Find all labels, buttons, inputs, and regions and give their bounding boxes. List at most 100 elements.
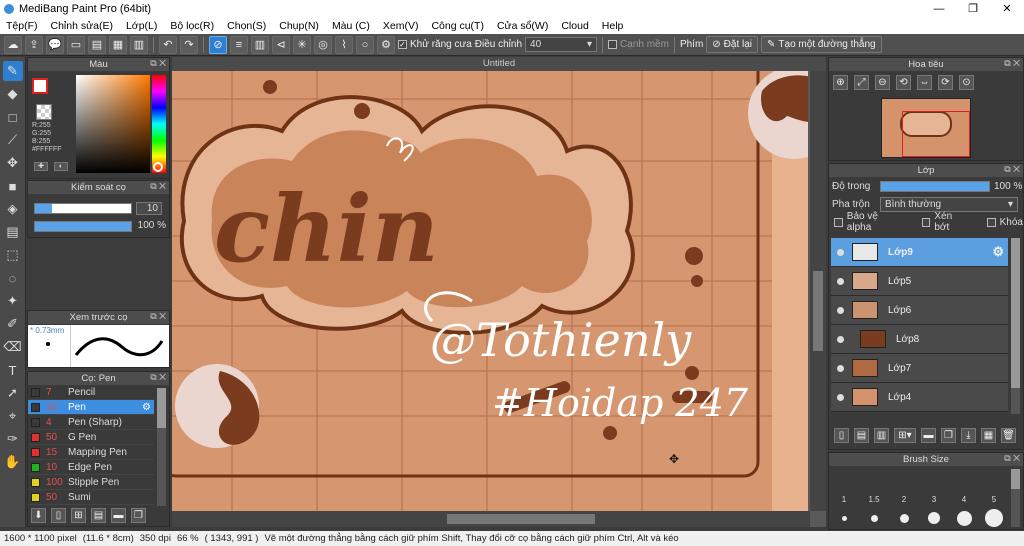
zoom-fit-icon[interactable]: ⤢ [854,75,869,90]
menu-color[interactable]: Màu (C) [332,20,370,32]
grid-snap-icon[interactable]: ▥ [251,35,269,54]
panel-controls-icon[interactable]: ⧉ ✕ [150,181,166,192]
line-tool-icon[interactable]: ⟋ [3,130,23,150]
add-brush-icon[interactable]: ⊞ [71,508,86,523]
smooth-checkbox[interactable] [608,40,618,49]
cloud-icon[interactable]: ☁ [4,35,22,54]
navigator-thumbnail[interactable] [881,98,971,158]
gradient-tool-icon[interactable]: ▤ [3,222,23,242]
scroll-thumb[interactable] [1011,238,1020,388]
hue-handle[interactable] [153,162,163,172]
background-color-swatch[interactable] [36,104,52,120]
brush-size-dot[interactable] [949,510,979,526]
menu-tools[interactable]: Công cụ(T) [431,20,484,32]
antialias-checkbox[interactable]: ✓ [398,40,407,49]
duplicate-layer-icon[interactable]: ❐ [941,428,956,443]
lock-checkbox[interactable] [986,217,996,227]
color-mode-icon[interactable]: ◐ [54,162,68,171]
gear-icon[interactable]: ⚙ [992,244,1004,260]
brush-item[interactable]: 50 Sumi [28,490,154,505]
delete-layer-icon[interactable]: 🗑 [1001,428,1016,443]
folder-icon[interactable]: ▬ [921,428,936,443]
panel-controls-icon[interactable]: ⧉ ✕ [1004,453,1020,464]
menu-filter[interactable]: Bộ lọc(R) [170,20,214,32]
hue-slider[interactable] [152,75,166,173]
scroll-thumb[interactable] [157,388,166,428]
brush-list-scrollbar[interactable] [157,388,166,506]
adjust-select[interactable]: 40 ▾ [525,37,598,52]
download-brush-icon[interactable]: ⬇ [31,508,46,523]
canvas-area[interactable]: Untitled chin @Tothienly #Hoidap 247 ✥ [172,57,826,527]
page-icon[interactable]: ▭ [67,35,85,54]
edit-brush-icon[interactable]: ▤ [91,508,106,523]
document-tab[interactable]: Untitled [172,57,826,71]
grid-icon[interactable]: ▥ [130,35,148,54]
navigator-viewport[interactable] [902,111,970,157]
ellipse-snap-icon[interactable]: ○ [356,35,374,54]
visibility-icon[interactable] [837,248,844,256]
menu-select[interactable]: Chọn(S) [227,20,266,32]
select-tool-icon[interactable]: ⬚ [3,245,23,265]
settings-icon[interactable]: ⚙ [377,35,395,54]
fill-rect-tool-icon[interactable]: ■ [3,176,23,196]
lasso-tool-icon[interactable]: ◌ [3,268,23,288]
scroll-thumb[interactable] [1011,469,1020,489]
brush-item[interactable]: 7 Pencil [28,385,154,400]
brush-item[interactable]: 50 G Pen [28,430,154,445]
alpha-protect-checkbox[interactable] [834,217,843,227]
brush-size-dot[interactable] [859,514,889,522]
visibility-icon[interactable] [837,364,844,372]
parallel-snap-icon[interactable]: ≡ [230,35,248,54]
folder-icon[interactable]: ▬ [111,508,126,523]
bucket-tool-icon[interactable]: ◈ [3,199,23,219]
perspective-snap-icon[interactable]: ⊲ [272,35,290,54]
antialias-toggle[interactable]: ✓ Khử răng cưa [398,39,472,50]
export-icon[interactable]: ⇪ [25,35,43,54]
panel-controls-icon[interactable]: ⧉ ✕ [150,311,166,322]
brush-opacity-slider[interactable] [34,221,132,232]
radial-snap-icon[interactable]: ✳ [293,35,311,54]
menu-edit[interactable]: Chỉnh sửa(E) [51,20,113,32]
smooth-toggle[interactable]: Cạnh mềm [608,39,669,50]
dropper-tool-icon[interactable]: ⌖ [3,406,23,426]
brush-size-dot[interactable] [919,512,949,524]
eyedropper-tool-icon[interactable]: ✑ [3,429,23,449]
brush-size-slider[interactable] [34,203,132,214]
layer-item[interactable]: Lớp6 [831,296,1008,325]
brush-item-selected[interactable]: 10 Pen ⚙ [28,400,154,415]
zoom-in-icon[interactable]: ⊕ [833,75,848,90]
menu-cloud[interactable]: Cloud [561,20,588,32]
brush-tool-icon[interactable]: ✎ [2,61,23,81]
menu-file[interactable]: Tệp(F) [6,20,38,32]
concentric-snap-icon[interactable]: ◎ [314,35,332,54]
artwork[interactable]: chin @Tothienly #Hoidap 247 ✥ [172,71,808,511]
panel-controls-icon[interactable]: ⧉ ✕ [1004,164,1020,175]
canvas-vertical-scrollbar[interactable] [810,71,826,511]
maximize-button[interactable]: ❐ [956,0,990,17]
document-icon[interactable]: ▤ [88,35,106,54]
layer-item[interactable]: Lớp8 [831,325,1008,354]
layer-item[interactable]: Lớp4 [831,383,1008,412]
foreground-color-swatch[interactable] [32,78,48,94]
straight-line-button[interactable]: ✎ Tạo một đường thẳng [761,36,882,53]
close-button[interactable]: ✕ [990,0,1024,17]
brush-size-scrollbar[interactable] [1011,469,1020,527]
reset-button[interactable]: ⊘ Đặt lại [706,36,759,53]
rotate-left-icon[interactable]: ⟲ [896,75,911,90]
visibility-icon[interactable] [837,335,844,343]
menu-window[interactable]: Cửa sổ(W) [497,20,548,32]
select-pen-tool-icon[interactable]: ✐ [3,314,23,334]
brush-size-value[interactable]: 10 [136,202,162,215]
brush-size-preset[interactable]: 1 [829,466,859,504]
hand-tool-icon[interactable]: ✋ [3,452,23,472]
brush-size-preset[interactable]: 3 [919,466,949,504]
new-8bit-layer-icon[interactable]: ▥ [874,428,889,443]
visibility-icon[interactable] [837,393,844,401]
minimize-button[interactable]: — [922,0,956,17]
clipping-checkbox[interactable] [921,217,931,227]
new-brush-icon[interactable]: ▯ [51,508,66,523]
brush-size-preset[interactable]: 5 [979,466,1009,504]
zoom-out-icon[interactable]: ⊖ [875,75,890,90]
layer-opacity-slider[interactable] [880,180,990,192]
rectangle-tool-icon[interactable]: □ [3,107,23,127]
